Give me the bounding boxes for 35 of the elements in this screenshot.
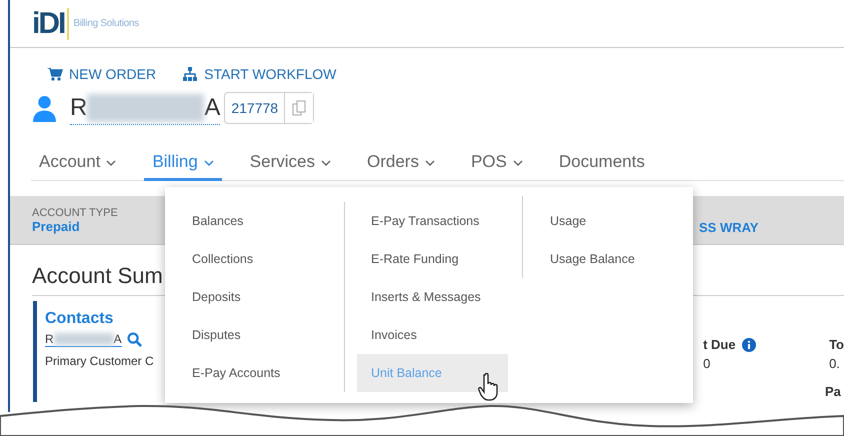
card-title: Contacts (45, 310, 114, 328)
action-link[interactable]: NEW ORDER (47, 64, 156, 84)
menu-item[interactable]: Usage Balance (550, 240, 635, 278)
nav-tab[interactable]: Orders (358, 152, 443, 181)
field-label: To (829, 337, 844, 352)
menu-item[interactable]: Balances (192, 202, 344, 240)
contact-role: Primary Customer C (45, 354, 155, 368)
logo: iDI Billing Solutions (32, 8, 139, 40)
field-value: SS WRAY (699, 220, 758, 234)
field-value: 0 (703, 356, 712, 371)
nav-tab[interactable]: Services (242, 152, 339, 181)
field-value: Prepaid (32, 218, 81, 234)
menu-item[interactable]: E-Pay Transactions (357, 202, 508, 240)
field-label: t Due (703, 337, 736, 352)
contact-name-start: R (45, 332, 54, 346)
menu-item[interactable]: Deposits (192, 278, 344, 316)
nav-tab[interactable]: Account (31, 152, 124, 181)
action-link[interactable]: START WORKFLOW (182, 64, 336, 84)
contact-name-end: A (114, 332, 122, 346)
menu-item[interactable]: Inserts & Messages (357, 278, 508, 316)
menu-item[interactable]: Usage (550, 202, 635, 240)
nav-tab[interactable]: POS (462, 152, 531, 181)
customer-name-start: R (70, 94, 88, 122)
field-value: 0. (829, 356, 841, 371)
account-number: 217778 (230, 100, 280, 116)
menu-item[interactable]: Invoices (357, 316, 508, 354)
menu-item[interactable]: E-Rate Funding (357, 240, 508, 278)
customer-name-end: A (204, 94, 220, 122)
menu-item[interactable]: Collections (192, 240, 344, 278)
nav-tab[interactable]: Documents (550, 152, 653, 181)
menu-item[interactable]: E-Pay Accounts (192, 354, 344, 392)
nav-tab[interactable]: Billing (144, 152, 222, 181)
field-label: Pa (825, 384, 841, 399)
menu-item[interactable]: Disputes (192, 316, 344, 354)
field-label: ACCOUNT TYPE (32, 206, 119, 218)
